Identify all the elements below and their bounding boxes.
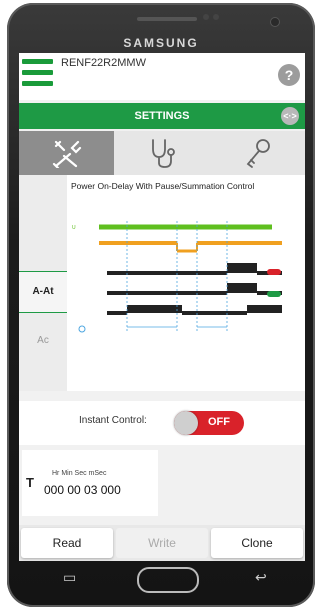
key-icon	[246, 139, 270, 168]
tab-security[interactable]	[210, 131, 305, 175]
tab-diagnostics[interactable]	[114, 131, 209, 175]
write-button[interactable]: Write	[116, 528, 208, 558]
tools-icon	[52, 140, 81, 168]
instant-control-label: Instant Control:	[79, 415, 147, 426]
device-name: RENF22R2MMW	[61, 57, 146, 69]
android-nav-bar: ▭ ↩	[19, 561, 305, 597]
control1-pulse	[227, 263, 257, 273]
speaker-grille	[137, 17, 197, 21]
action-bar: Read Write Clone	[19, 525, 305, 561]
clock-icon	[78, 325, 86, 333]
tab-settings-tools[interactable]	[19, 131, 114, 175]
hamburger-menu-icon[interactable]	[22, 59, 53, 89]
toggle-state-label: OFF	[208, 416, 230, 428]
function-item-ac[interactable]: Ac	[19, 335, 67, 346]
app-header: RENF22R2MMW ?	[19, 53, 305, 100]
toggle-knob	[174, 411, 198, 435]
front-camera	[271, 18, 279, 26]
clone-button[interactable]: Clone	[211, 528, 303, 558]
control3-pulse1	[127, 305, 182, 313]
timer-value[interactable]: 000 00 03 000	[44, 483, 121, 497]
proximity-sensor	[203, 14, 209, 20]
light-sensor	[213, 14, 219, 20]
diagram-title: Power On-Delay With Pause/Summation Cont…	[71, 181, 255, 191]
control3-pulse2	[247, 305, 282, 313]
instant-control-row: Instant Control: OFF	[19, 401, 305, 445]
settings-header: SETTINGS <·>	[19, 103, 305, 129]
instant-control-toggle[interactable]: OFF	[174, 411, 244, 435]
timing-diagram-panel: Power On-Delay With Pause/Summation Cont…	[67, 175, 305, 391]
settings-title: SETTINGS	[134, 110, 190, 122]
recent-apps-icon[interactable]: ▭	[63, 570, 76, 586]
help-icon[interactable]: ?	[278, 64, 300, 86]
function-item-selected[interactable]: A-At	[19, 271, 67, 313]
timer-units: Hr Min Sec mSec	[52, 470, 107, 477]
supply-label: U	[72, 225, 76, 231]
timer-panel[interactable]: T Hr Min Sec mSec 000 00 03 000	[22, 450, 158, 516]
timing-diagram: U	[72, 221, 282, 333]
tab-bar	[19, 131, 305, 175]
status-indicator-green	[267, 291, 281, 297]
read-button[interactable]: Read	[21, 528, 113, 558]
app-screen: RENF22R2MMW ? SETTINGS <·> A-At Ac Power…	[19, 53, 305, 561]
function-list: A-At Ac	[19, 175, 67, 391]
timer-prefix: T	[26, 475, 34, 490]
share-icon[interactable]: <·>	[281, 107, 299, 125]
back-icon[interactable]: ↩	[255, 570, 267, 586]
stethoscope-icon	[151, 139, 175, 168]
status-indicator-red	[267, 269, 281, 275]
brand-logo: SAMSUNG	[123, 36, 199, 50]
control2-pulse	[227, 283, 257, 293]
home-button[interactable]	[137, 567, 199, 593]
